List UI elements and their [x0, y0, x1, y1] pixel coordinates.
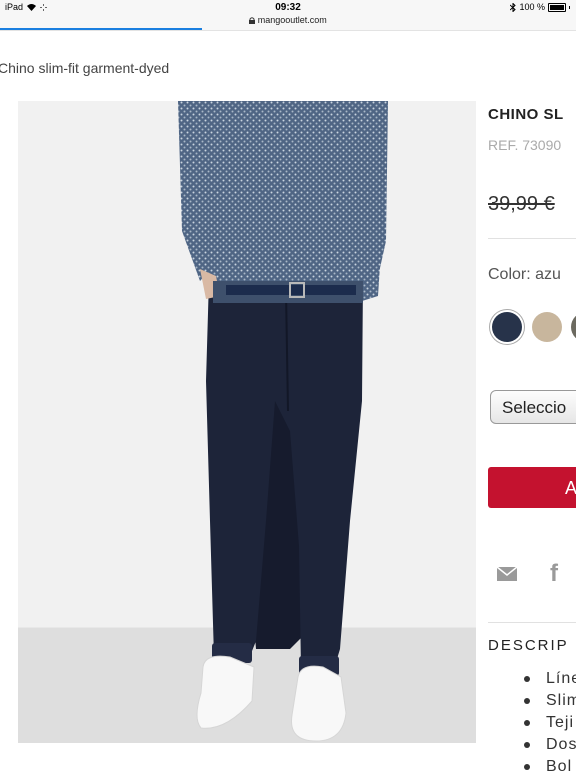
toolbar-divider: [0, 30, 576, 31]
bluetooth-icon: [510, 2, 517, 12]
color-label: Color: azu: [488, 266, 561, 283]
divider: [488, 622, 576, 623]
facebook-icon[interactable]: f: [550, 560, 558, 588]
mail-icon[interactable]: [497, 567, 517, 581]
list-item: Dos: [488, 734, 576, 756]
list-item: Líne: [488, 668, 576, 690]
lock-icon: [249, 17, 256, 24]
divider: [488, 238, 576, 239]
clock: 09:32: [275, 2, 301, 13]
add-to-cart-button[interactable]: A: [488, 467, 576, 508]
address-bar[interactable]: mangooutlet.com: [0, 15, 576, 25]
color-swatch-grey[interactable]: [571, 312, 576, 342]
product-image[interactable]: [18, 101, 476, 743]
battery-percent: 100 %: [519, 2, 545, 12]
product-photo-illustration: [178, 101, 388, 742]
url-text: mangooutlet.com: [257, 15, 327, 25]
color-swatch-navy[interactable]: [492, 312, 522, 342]
battery-icon: [548, 2, 566, 12]
status-bar: iPad 09:32 mangooutlet.com 100 %: [0, 0, 576, 30]
list-item: Bol: [488, 756, 576, 778]
status-right: 100 %: [510, 2, 570, 12]
product-ref: REF. 73090: [488, 137, 562, 153]
description-list: Líne Slim Teji Dos Bol: [488, 668, 576, 778]
product-title: CHINO SL: [488, 106, 564, 123]
product-price: 39,99 €: [488, 193, 555, 215]
list-item: Slim: [488, 690, 576, 712]
breadcrumb[interactable]: Chino slim-fit garment-dyed: [0, 60, 169, 76]
list-item: Teji: [488, 712, 576, 734]
color-swatch-beige[interactable]: [532, 312, 562, 342]
size-select[interactable]: Seleccio: [490, 390, 576, 424]
description-title: DESCRIP: [488, 637, 569, 654]
